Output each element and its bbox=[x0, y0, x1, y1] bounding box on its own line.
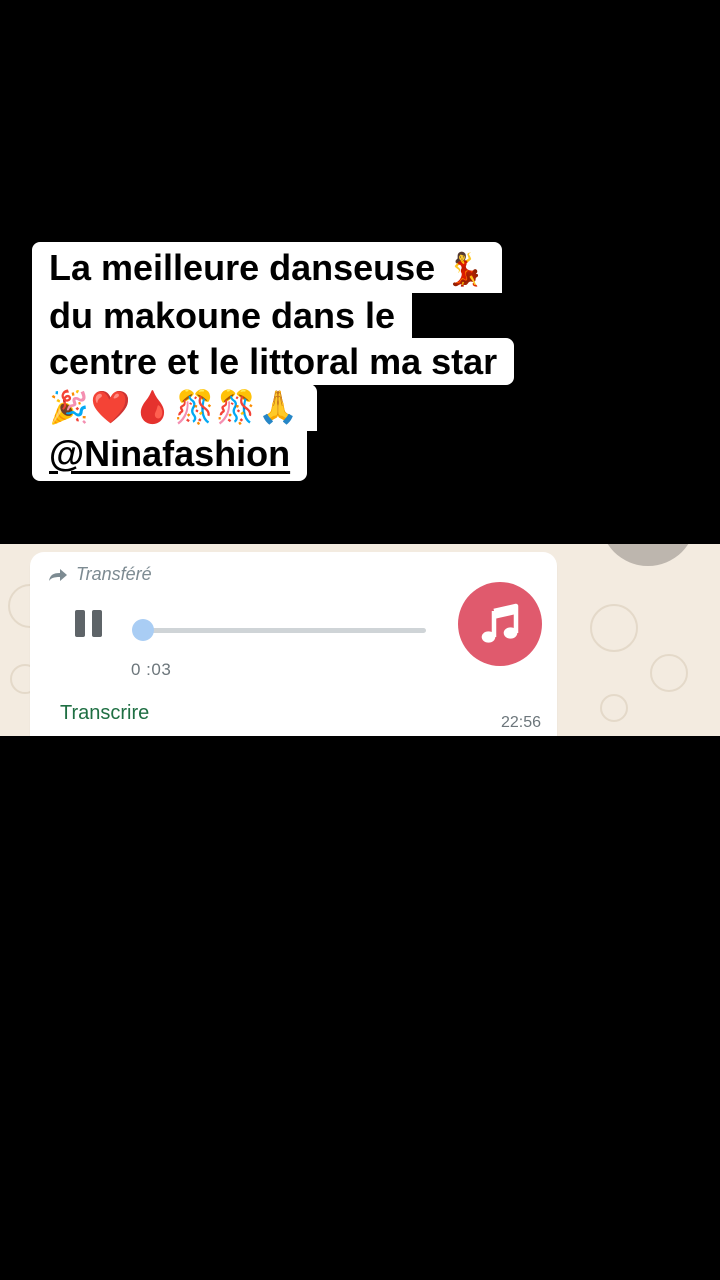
seekbar-knob[interactable] bbox=[131, 619, 154, 641]
chat-screenshot: Transféré 0 :03 Transcrire 22:56 bbox=[0, 544, 720, 736]
caption-line-5: @Ninafashion bbox=[32, 430, 308, 481]
caption-emoji-row: 🎉❤️🩸🎊🎊🙏 bbox=[32, 384, 318, 431]
music-note-icon bbox=[481, 603, 519, 643]
audio-seekbar[interactable] bbox=[131, 619, 426, 641]
message-timestamp: 22:56 bbox=[500, 714, 541, 731]
wallpaper-doodle bbox=[600, 694, 628, 722]
wallpaper-doodle bbox=[650, 654, 688, 692]
contact-avatar[interactable] bbox=[600, 544, 696, 566]
video-frame: La meilleure danseuse 💃 du makoune dans … bbox=[0, 0, 720, 1280]
caption-line-2: du makoune dans le bbox=[32, 292, 413, 339]
wallpaper-doodle bbox=[590, 604, 638, 652]
caption-text-1: La meilleure danseuse bbox=[49, 247, 436, 288]
caption-line-3: centre et le littoral ma star bbox=[32, 338, 515, 385]
forward-arrow-icon bbox=[49, 568, 67, 581]
audio-avatar bbox=[458, 582, 542, 666]
mention-link[interactable]: @Ninafashion bbox=[49, 433, 290, 474]
pause-icon bbox=[75, 610, 85, 637]
forwarded-label: Transféré bbox=[76, 564, 152, 584]
transcribe-button[interactable]: Transcrire bbox=[60, 702, 149, 725]
pause-button[interactable] bbox=[74, 608, 104, 638]
caption-line-1: La meilleure danseuse 💃 bbox=[32, 242, 503, 293]
dancer-emoji: 💃 bbox=[445, 250, 486, 288]
pause-icon bbox=[92, 610, 102, 637]
voice-message-bubble[interactable]: Transféré 0 :03 Transcrire 22:56 bbox=[30, 552, 557, 736]
video-caption: La meilleure danseuse 💃 du makoune dans … bbox=[32, 242, 552, 481]
forwarded-indicator: Transféré bbox=[48, 564, 152, 585]
audio-duration: 0 :03 bbox=[131, 660, 172, 679]
